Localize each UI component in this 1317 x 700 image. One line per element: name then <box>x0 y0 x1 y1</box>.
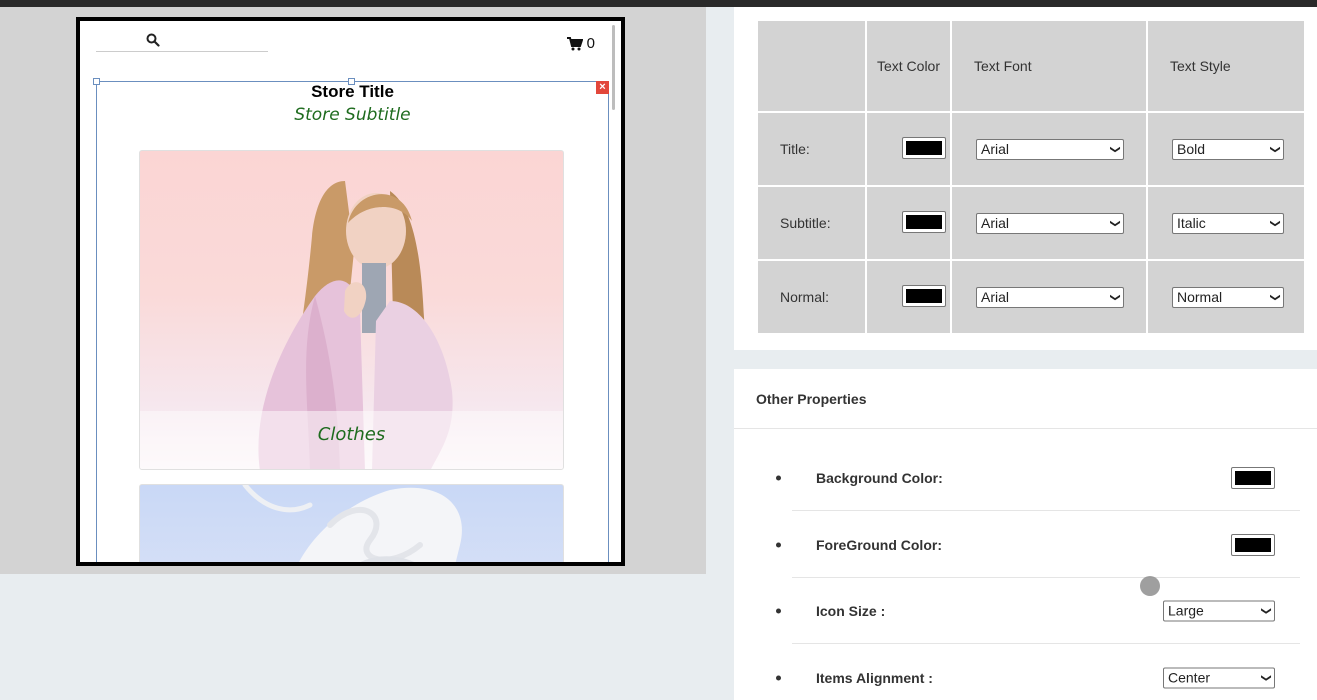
font-cell: Arial ❯ <box>950 185 1148 261</box>
category-label: Clothes <box>317 424 386 445</box>
table-header: Text Color <box>865 19 952 113</box>
title-color-picker[interactable] <box>902 136 946 159</box>
select-value: Center <box>1168 669 1211 686</box>
subtitle-font-select[interactable]: Arial ❯ <box>976 212 1124 234</box>
cart-count: 0 <box>586 35 595 52</box>
select-value: Arial <box>981 141 1010 157</box>
chevron-down-icon: ❯ <box>1269 292 1281 302</box>
search-icon[interactable] <box>146 33 160 47</box>
preview-area: 0 × Store Title Store Subtitle Clothes <box>0 7 706 574</box>
table-row: Title: Arial ❯ Bold ❯ <box>756 111 1306 187</box>
chevron-down-icon: ❯ <box>1109 144 1121 154</box>
color-cell <box>865 259 952 335</box>
select-value: Normal <box>1177 289 1223 305</box>
category-card[interactable] <box>139 484 564 562</box>
search-input[interactable] <box>96 51 268 52</box>
clothes-photo <box>140 181 563 469</box>
mouse-cursor <box>1140 576 1160 596</box>
bullet-icon <box>776 542 781 547</box>
table-row: Subtitle: Arial ❯ Italic ❯ <box>756 185 1306 261</box>
category-card[interactable]: Clothes <box>139 150 564 470</box>
title-font-select[interactable]: Arial ❯ <box>976 138 1124 160</box>
other-properties-panel: Other Properties Background Color: ForeG… <box>734 369 1317 700</box>
select-value: Italic <box>1177 215 1206 231</box>
text-style-panel: Text Color Text Font Text Style Title: A… <box>734 7 1317 350</box>
color-cell <box>865 185 952 261</box>
property-label: ForeGround Color: <box>816 536 942 553</box>
icon-size-select[interactable]: Large ❯ <box>1163 600 1275 621</box>
chevron-down-icon: ❯ <box>1260 606 1272 615</box>
normal-color-picker[interactable] <box>902 284 946 307</box>
bullet-icon <box>776 675 781 680</box>
style-cell: Normal ❯ <box>1146 259 1306 335</box>
row-label: Title: <box>756 111 867 187</box>
chevron-down-icon: ❯ <box>1109 292 1121 302</box>
table-header-row: Text Color Text Font Text Style <box>756 19 1306 113</box>
property-label: Background Color: <box>816 469 943 486</box>
divider <box>734 428 1317 429</box>
shoes-photo <box>242 485 462 562</box>
property-label: Icon Size : <box>816 602 886 619</box>
top-bar <box>0 0 1317 7</box>
normal-style-select[interactable]: Normal ❯ <box>1172 286 1284 308</box>
bullet-icon <box>776 475 781 480</box>
cart-button[interactable]: 0 <box>566 35 595 52</box>
preview-scrollbar[interactable] <box>612 25 615 110</box>
style-cell: Bold ❯ <box>1146 111 1306 187</box>
property-label: Items Alignment : <box>816 669 933 686</box>
background-color-picker[interactable] <box>1231 466 1275 489</box>
shopping-cart-icon <box>566 36 583 50</box>
table-header: Text Style <box>1146 19 1306 113</box>
list-item: Background Color: <box>734 444 1317 511</box>
select-value: Arial <box>981 289 1010 305</box>
text-style-table: Text Color Text Font Text Style Title: A… <box>756 19 1306 335</box>
row-label: Normal: <box>756 259 867 335</box>
store-title: Store Title <box>311 82 394 101</box>
items-alignment-select[interactable]: Center ❯ <box>1163 667 1275 688</box>
select-value: Large <box>1168 602 1204 619</box>
row-label: Subtitle: <box>756 185 867 261</box>
table-row: Normal: Arial ❯ Normal ❯ <box>756 259 1306 335</box>
style-cell: Italic ❯ <box>1146 185 1306 261</box>
normal-font-select[interactable]: Arial ❯ <box>976 286 1124 308</box>
chevron-down-icon: ❯ <box>1109 218 1121 228</box>
table-header <box>756 19 867 113</box>
table-header: Text Font <box>950 19 1148 113</box>
store-subtitle: Store Subtitle <box>294 105 411 125</box>
bullet-icon <box>776 608 781 613</box>
font-cell: Arial ❯ <box>950 259 1148 335</box>
list-item: Icon Size : Large ❯ <box>734 577 1317 644</box>
list-item: ForeGround Color: <box>734 511 1317 578</box>
font-cell: Arial ❯ <box>950 111 1148 187</box>
chevron-down-icon: ❯ <box>1269 144 1281 154</box>
chevron-down-icon: ❯ <box>1260 673 1272 682</box>
select-value: Bold <box>1177 141 1206 157</box>
select-value: Arial <box>981 215 1010 231</box>
title-style-select[interactable]: Bold ❯ <box>1172 138 1284 160</box>
subtitle-color-picker[interactable] <box>902 210 946 233</box>
subtitle-style-select[interactable]: Italic ❯ <box>1172 212 1284 234</box>
list-item: Items Alignment : Center ❯ <box>734 644 1317 700</box>
chevron-down-icon: ❯ <box>1269 218 1281 228</box>
section-title: Other Properties <box>756 391 867 407</box>
foreground-color-picker[interactable] <box>1231 533 1275 556</box>
store-header-block[interactable]: × Store Title Store Subtitle Clothes <box>93 78 609 562</box>
store-preview-frame: 0 × Store Title Store Subtitle Clothes <box>76 17 625 566</box>
color-cell <box>865 111 952 187</box>
